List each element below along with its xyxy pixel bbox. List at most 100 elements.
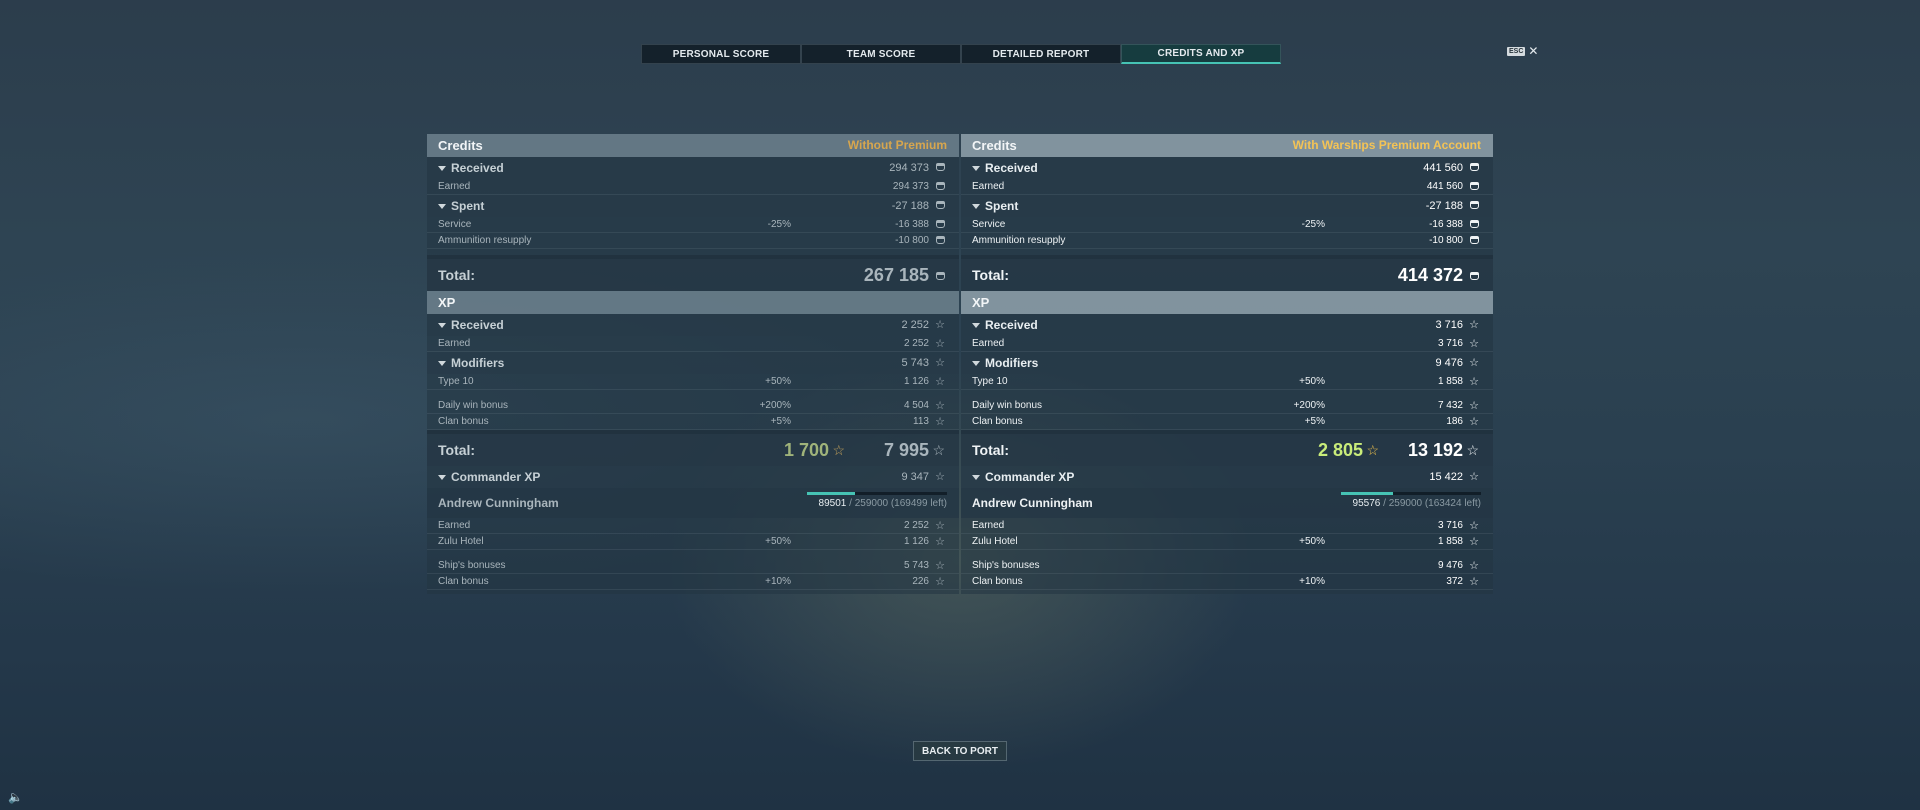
commander-xp-value: 9 347: [901, 471, 929, 483]
collapse-triangle-icon: [438, 323, 446, 328]
modifiers-section[interactable]: Modifiers 9 476 ☆: [961, 352, 1493, 374]
earned-row: Earned 441 560: [961, 179, 1493, 195]
spent-label: Spent: [451, 199, 485, 213]
service-row: Service -25% -16 388: [427, 217, 959, 233]
credits-title: Credits: [438, 138, 483, 153]
credits-received-section[interactable]: Received 441 560: [961, 157, 1493, 179]
cmd-earned-row: Earned 2 252 ☆: [427, 518, 959, 534]
collapse-triangle-icon: [438, 204, 446, 209]
star-icon: ☆: [1469, 416, 1479, 428]
received-value: 294 373: [889, 162, 929, 174]
close-icon: ✕: [1528, 44, 1539, 58]
collapse-triangle-icon: [972, 204, 980, 209]
star-icon: ☆: [1469, 376, 1479, 388]
xp-earned-label: Earned: [972, 338, 1005, 349]
ships-bonuses-label: Ship's bonuses: [972, 560, 1040, 571]
collapse-triangle-icon: [972, 475, 980, 480]
type10-label: Type 10: [972, 376, 1008, 387]
credits-total-value: 267 185: [863, 265, 929, 285]
commander-progress-rest: / 259000 (169499 left): [846, 498, 947, 509]
collapse-triangle-icon: [972, 361, 980, 366]
service-label: Service: [438, 219, 472, 230]
star-icon: ☆: [1469, 576, 1479, 588]
xp-received-section[interactable]: Received 3 716 ☆: [961, 314, 1493, 336]
service-value: -16 388: [1429, 219, 1463, 230]
credits-spent-section[interactable]: Spent -27 188: [427, 195, 959, 217]
credits-total-row: Total: 414 372: [961, 255, 1493, 291]
panel-with-premium: Credits With Warships Premium Account Re…: [961, 134, 1493, 594]
credits-received-section[interactable]: Received 294 373: [427, 157, 959, 179]
cmd-earned-row: Earned 3 716 ☆: [961, 518, 1493, 534]
zulu-hotel-label: Zulu Hotel: [972, 536, 1018, 547]
star-icon: ☆: [1466, 442, 1479, 458]
collapse-triangle-icon: [972, 323, 980, 328]
back-to-port-button[interactable]: BACK TO PORT: [913, 741, 1007, 761]
commander-row: Andrew Cunningham 95576 / 259000 (163424…: [961, 488, 1493, 518]
xp-received-label: Received: [451, 318, 504, 332]
cmd-earned-label: Earned: [972, 520, 1005, 531]
commander-xp-section[interactable]: Commander XP 9 347 ☆: [427, 466, 959, 488]
modifiers-section[interactable]: Modifiers 5 743 ☆: [427, 352, 959, 374]
star-icon: ☆: [1469, 319, 1479, 331]
tab-detailed-report[interactable]: DETAILED REPORT: [961, 44, 1121, 64]
spent-label: Spent: [985, 199, 1019, 213]
credits-icon: [936, 157, 945, 179]
commander-progress-bar: [807, 492, 947, 495]
type10-value: 1 858: [1437, 376, 1463, 387]
star-icon: ☆: [1469, 536, 1479, 548]
commander-progress-fill: [807, 492, 856, 495]
credits-spent-section[interactable]: Spent -27 188: [961, 195, 1493, 217]
xp-earned-row: Earned 2 252 ☆: [427, 336, 959, 352]
speaker-icon[interactable]: 🔈: [8, 790, 23, 804]
credits-icon: [1470, 195, 1479, 217]
tab-team-score[interactable]: TEAM SCORE: [801, 44, 961, 64]
xp-total-row: Total: 2 805 ☆ 13 192 ☆: [961, 430, 1493, 466]
zulu-hotel-row: Zulu Hotel +50% 1 126 ☆: [427, 534, 959, 550]
daily-win-row: Daily win bonus +200% 4 504 ☆: [427, 398, 959, 414]
daily-win-label: Daily win bonus: [972, 400, 1043, 411]
commander-xp-section[interactable]: Commander XP 15 422 ☆: [961, 466, 1493, 488]
star-icon: ☆: [1469, 560, 1479, 572]
commander-xp-label: Commander XP: [985, 470, 1075, 484]
commander-progress-current: 95576: [1352, 498, 1381, 509]
close-button[interactable]: ESC ✕: [1507, 44, 1539, 58]
daily-win-label: Daily win bonus: [438, 400, 509, 411]
credits-icon: [936, 259, 945, 291]
earned-row: Earned 294 373: [427, 179, 959, 195]
spent-value: -27 188: [1425, 200, 1463, 212]
tab-credits-and-xp[interactable]: CREDITS AND XP: [1121, 44, 1281, 64]
clan-bonus-label: Clan bonus: [438, 416, 489, 427]
service-label: Service: [972, 219, 1006, 230]
star-icon: ☆: [935, 416, 945, 428]
service-row: Service -25% -16 388: [961, 217, 1493, 233]
xp-received-value: 3 716: [1435, 319, 1463, 331]
cmd-earned-label: Earned: [438, 520, 471, 531]
star-icon: ☆: [1469, 471, 1479, 483]
clan-bonus-percent: +5%: [770, 416, 791, 427]
credits-icon: [936, 233, 945, 249]
cmd-earned-value: 3 716: [1437, 520, 1463, 531]
ammunition-value: -10 800: [895, 235, 929, 246]
service-percent: -25%: [1301, 219, 1325, 230]
cmd-clan-bonus-row: Clan bonus +10% 226 ☆: [427, 574, 959, 590]
commander-progress-text: 95576 / 259000 (163424 left): [1353, 496, 1481, 512]
xp-total-value: 13 192: [1407, 440, 1463, 460]
credits-header: Credits Without Premium: [427, 134, 959, 157]
xp-total-label: Total:: [972, 442, 1010, 458]
star-icon: ☆: [832, 442, 845, 458]
account-type-label: With Warships Premium Account: [1292, 138, 1481, 152]
ships-bonuses-row: Ship's bonuses 9 476 ☆: [961, 558, 1493, 574]
credits-title: Credits: [972, 138, 1017, 153]
star-icon: ☆: [932, 442, 945, 458]
cmd-clan-bonus-percent: +10%: [765, 576, 791, 587]
star-icon: ☆: [935, 520, 945, 532]
type10-row: Type 10 +50% 1 126 ☆: [427, 374, 959, 390]
cmd-clan-bonus-value: 372: [1446, 576, 1463, 587]
star-icon: ☆: [935, 319, 945, 331]
xp-earned-value: 3 716: [1437, 338, 1463, 349]
type10-label: Type 10: [438, 376, 474, 387]
star-icon: ☆: [935, 576, 945, 588]
xp-received-section[interactable]: Received 2 252 ☆: [427, 314, 959, 336]
ammunition-label: Ammunition resupply: [972, 235, 1066, 246]
tab-personal-score[interactable]: PERSONAL SCORE: [641, 44, 801, 64]
